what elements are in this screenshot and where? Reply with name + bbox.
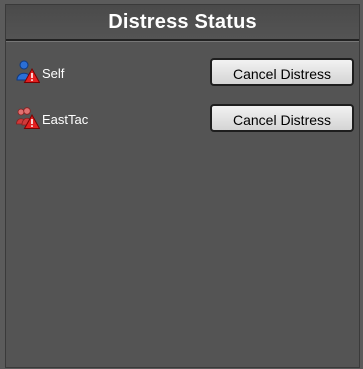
distress-status-panel: Distress Status Self Cancel Distress Eas… <box>5 4 360 368</box>
cancel-distress-button-self[interactable]: Cancel Distress <box>210 58 354 86</box>
item-label: Self <box>42 66 65 81</box>
group-distress-icon <box>16 106 41 130</box>
item-label: EastTac <box>42 112 89 127</box>
cancel-distress-button-easttac[interactable]: Cancel Distress <box>210 104 354 132</box>
user-distress-icon <box>16 60 41 84</box>
list-item-self: Self Cancel Distress <box>6 58 359 92</box>
list-item-easttac: EastTac Cancel Distress <box>6 104 359 138</box>
panel-title: Distress Status <box>6 5 359 41</box>
